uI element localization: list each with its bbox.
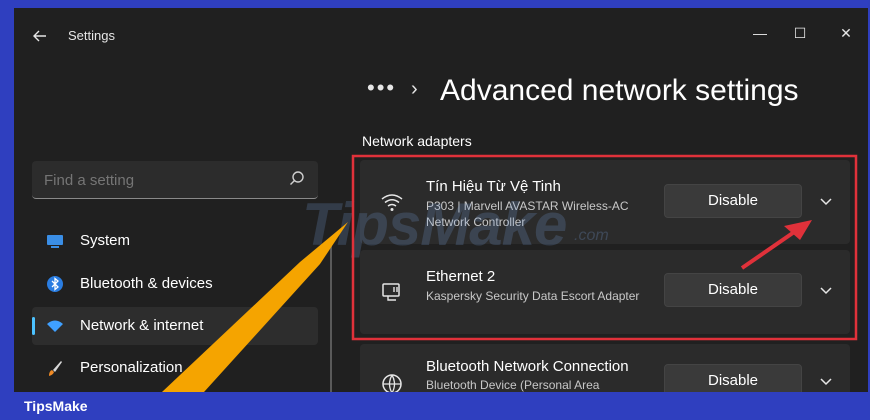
- search-icon[interactable]: [288, 170, 306, 188]
- back-button[interactable]: [30, 26, 50, 46]
- sidebar-item-network[interactable]: Network & internet: [32, 307, 318, 345]
- chevron-down-icon[interactable]: [812, 276, 840, 304]
- active-indicator: [32, 317, 35, 335]
- adapter-name: Ethernet 2: [426, 268, 496, 285]
- sidebar-item-label: Bluetooth & devices: [80, 275, 213, 292]
- globe-icon: [382, 374, 402, 392]
- watermark: TipsMake: [302, 191, 567, 258]
- adapter-card[interactable]: Ethernet 2 Kaspersky Security Data Escor…: [360, 250, 850, 334]
- breadcrumb-separator: ›: [411, 78, 418, 100]
- disable-button[interactable]: Disable: [664, 184, 802, 218]
- wifi-icon: [47, 320, 63, 332]
- sidebar-item-system[interactable]: System: [32, 222, 318, 260]
- adapter-description: Bluetooth Device (Personal Area: [426, 378, 600, 392]
- watermark-suffix: .com: [574, 227, 609, 244]
- brush-icon: [49, 361, 62, 376]
- sidebar-item-label: Network & internet: [80, 317, 204, 334]
- sidebar-item-personalization[interactable]: Personalization: [32, 349, 318, 387]
- sidebar-item-label: System: [80, 232, 131, 249]
- minimize-button[interactable]: —: [742, 18, 778, 48]
- sidebar-divider: [330, 243, 332, 392]
- section-title: Network adapters: [362, 133, 472, 149]
- close-button[interactable]: ✕: [828, 18, 864, 48]
- adapter-card[interactable]: Bluetooth Network Connection Bluetooth D…: [360, 344, 850, 392]
- arrow-left-icon: [33, 30, 46, 42]
- search-input[interactable]: [44, 172, 264, 189]
- brand-label: TipsMake: [24, 398, 88, 414]
- adapter-name: Bluetooth Network Connection: [426, 358, 629, 375]
- disable-button[interactable]: Disable: [664, 273, 802, 307]
- maximize-button[interactable]: ☐: [782, 18, 818, 48]
- brand-bar: TipsMake: [0, 392, 870, 420]
- sidebar-item-label: Personalization: [80, 359, 183, 376]
- title-bar: Settings — ☐ ✕: [14, 8, 868, 60]
- sidebar-item-bluetooth[interactable]: Bluetooth & devices: [32, 265, 318, 303]
- bluetooth-icon: [47, 276, 63, 292]
- adapter-description: Kaspersky Security Data Escort Adapter: [426, 289, 640, 303]
- ethernet-icon: [382, 283, 400, 301]
- chevron-down-icon[interactable]: [812, 367, 840, 392]
- breadcrumb-more-button[interactable]: •••: [367, 75, 396, 101]
- settings-window: Settings — ☐ ✕ System Bluetooth & device…: [14, 8, 868, 392]
- monitor-icon: [47, 235, 63, 248]
- page-title: Advanced network settings: [440, 74, 799, 107]
- chevron-down-icon[interactable]: [812, 187, 840, 215]
- app-title: Settings: [68, 28, 115, 43]
- disable-button[interactable]: Disable: [664, 364, 802, 392]
- search-box[interactable]: [32, 161, 318, 199]
